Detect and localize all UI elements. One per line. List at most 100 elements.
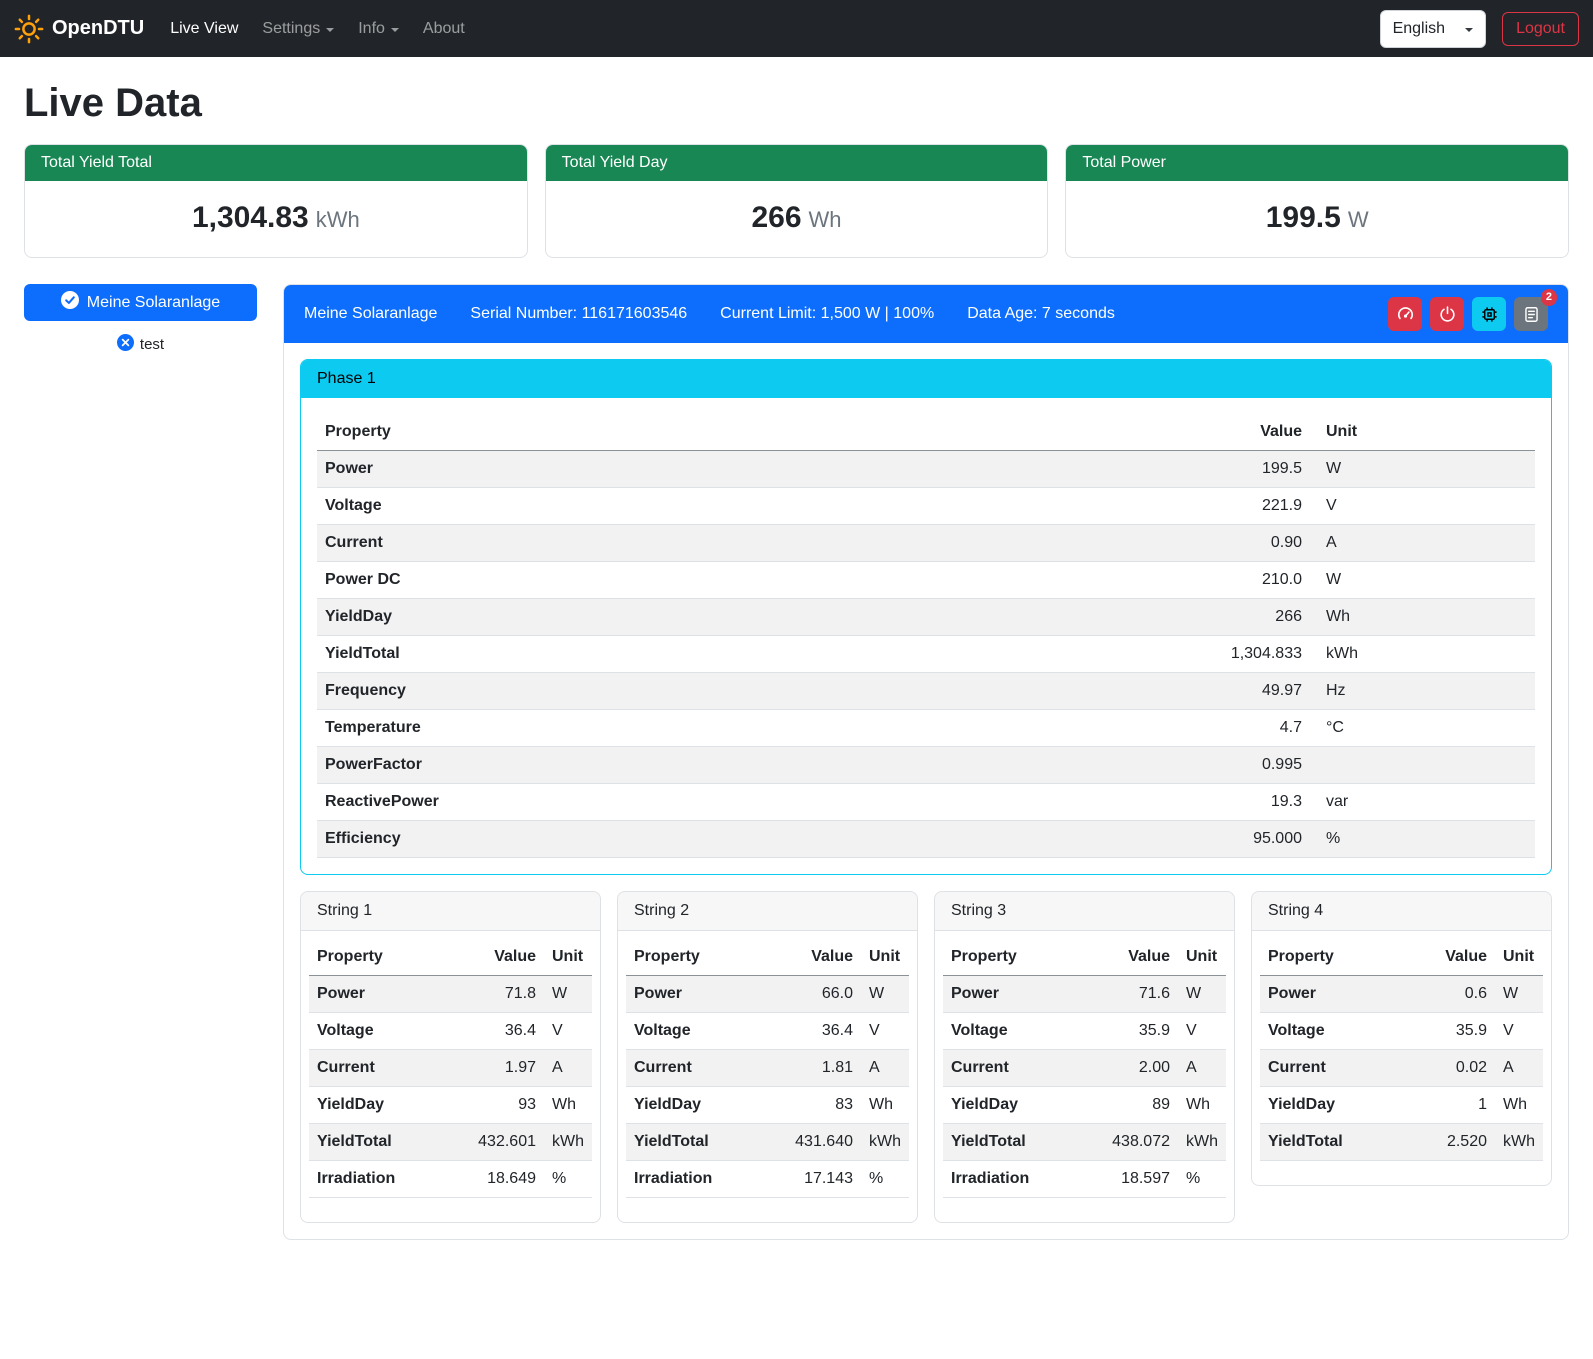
inverter-item-test[interactable]: test (24, 334, 257, 355)
nav-live-view[interactable]: Live View (158, 12, 250, 46)
table-row: Temperature 4.7 °C (317, 710, 1535, 747)
string-card-title: String 4 (1252, 892, 1551, 931)
unit-cell: kWh (861, 1124, 909, 1161)
string-card-3: String 3 Property Value Unit (934, 891, 1235, 1223)
inverter-actions: 2 (1388, 297, 1548, 331)
inverter-name: Meine Solaranlage (304, 305, 437, 323)
nav-settings-label: Settings (262, 20, 320, 38)
property-cell: Irradiation (626, 1161, 781, 1198)
string-table: Property Value Unit Power (943, 939, 1226, 1198)
property-cell: YieldTotal (317, 636, 1180, 673)
value-cell: 19.3 (1180, 784, 1310, 821)
unit-cell: % (1178, 1161, 1226, 1198)
unit-cell: Wh (1310, 599, 1535, 636)
column-header-value: Value (781, 939, 861, 976)
unit-cell: % (1310, 821, 1535, 858)
x-circle-icon[interactable] (117, 334, 134, 355)
nav-settings[interactable]: Settings (250, 12, 346, 46)
column-header-property: Property (309, 939, 464, 976)
string-card-title: String 3 (935, 892, 1234, 931)
table-row: YieldTotal 432.601 kWh (309, 1124, 592, 1161)
property-cell: YieldDay (1260, 1087, 1415, 1124)
unit-cell: Wh (544, 1087, 592, 1124)
nav-about[interactable]: About (411, 12, 477, 46)
property-cell: YieldTotal (1260, 1124, 1415, 1161)
unit-cell: Wh (861, 1087, 909, 1124)
unit-cell: V (544, 1013, 592, 1050)
property-cell: YieldTotal (626, 1124, 781, 1161)
table-row: Current 2.00 A (943, 1050, 1226, 1087)
value-cell: 432.601 (464, 1124, 544, 1161)
value-cell: 2.00 (1098, 1050, 1178, 1087)
table-row: YieldTotal 2.520 kWh (1260, 1124, 1543, 1161)
string-card-2: String 2 Property Value Unit (617, 891, 918, 1223)
chevron-down-icon (391, 28, 399, 32)
value-cell: 35.9 (1415, 1013, 1495, 1050)
unit-cell: V (1310, 488, 1535, 525)
column-header-value: Value (464, 939, 544, 976)
value-cell: 266 (1180, 599, 1310, 636)
value-cell: 0.995 (1180, 747, 1310, 784)
column-header-value: Value (1098, 939, 1178, 976)
inverter-select-label: Meine Solaranlage (87, 294, 220, 312)
unit-cell: % (544, 1161, 592, 1198)
table-row: Voltage 221.9 V (317, 488, 1535, 525)
gauge-icon (1396, 305, 1415, 324)
table-row: YieldTotal 1,304.833 kWh (317, 636, 1535, 673)
property-cell: Temperature (317, 710, 1180, 747)
inverter-panel-body: Phase 1 Property Value Unit (284, 343, 1568, 1239)
inverter-current-limit: Current Limit: 1,500 W | 100% (720, 305, 934, 323)
table-row: Voltage 35.9 V (1260, 1013, 1543, 1050)
logout-button[interactable]: Logout (1502, 12, 1579, 46)
card-body: 1,304.83kWh (25, 181, 527, 257)
value-cell: 71.8 (464, 976, 544, 1013)
power-icon (1438, 305, 1457, 324)
nav-about-label: About (423, 20, 465, 38)
table-row: Power 66.0 W (626, 976, 909, 1013)
value-cell: 438.072 (1098, 1124, 1178, 1161)
language-select[interactable]: English (1380, 10, 1486, 48)
table-row: Power 71.8 W (309, 976, 592, 1013)
page-title: Live Data (24, 81, 1569, 126)
table-row: Current 1.97 A (309, 1050, 592, 1087)
device-info-button[interactable] (1472, 297, 1506, 331)
table-header-row: Property Value Unit (309, 939, 592, 976)
table-row: YieldDay 1 Wh (1260, 1087, 1543, 1124)
unit-cell: kWh (1178, 1124, 1226, 1161)
property-cell: YieldTotal (309, 1124, 464, 1161)
string-card-body: Property Value Unit Power (1252, 931, 1551, 1185)
table-row: Efficiency 95.000 % (317, 821, 1535, 858)
property-cell: Power (943, 976, 1098, 1013)
table-row: Irradiation 17.143 % (626, 1161, 909, 1198)
unit-cell: W (1310, 451, 1535, 488)
event-log-button[interactable]: 2 (1514, 297, 1548, 331)
string-card-body: Property Value Unit Power (301, 931, 600, 1222)
value-cell: 1 (1415, 1087, 1495, 1124)
property-cell: Current (309, 1050, 464, 1087)
table-row: YieldTotal 431.640 kWh (626, 1124, 909, 1161)
unit-cell: Hz (1310, 673, 1535, 710)
unit-cell: Wh (1178, 1087, 1226, 1124)
value-cell: 199.5 (1180, 451, 1310, 488)
limit-settings-button[interactable] (1388, 297, 1422, 331)
strings-row: String 1 Property Value Unit (300, 891, 1552, 1223)
value-cell: 0.02 (1415, 1050, 1495, 1087)
brand[interactable]: OpenDTU (14, 14, 144, 44)
nav-info[interactable]: Info (346, 12, 411, 46)
nav-links: Live View Settings Info About (158, 12, 477, 46)
value-cell: 36.4 (464, 1013, 544, 1050)
unit-cell: A (544, 1050, 592, 1087)
table-row: YieldDay 266 Wh (317, 599, 1535, 636)
property-cell: Current (943, 1050, 1098, 1087)
content-row: Meine Solaranlage test Meine Solaranlage… (24, 284, 1569, 1240)
card-value: 266 (751, 201, 801, 234)
value-cell: 431.640 (781, 1124, 861, 1161)
inverter-select-button[interactable]: Meine Solaranlage (24, 284, 257, 321)
value-cell: 1.97 (464, 1050, 544, 1087)
power-button[interactable] (1430, 297, 1464, 331)
inverter-serial: Serial Number: 116171603546 (470, 305, 687, 323)
card-value: 1,304.83 (192, 201, 309, 234)
string-table: Property Value Unit Power (309, 939, 592, 1198)
unit-cell: V (1178, 1013, 1226, 1050)
table-row: Power 71.6 W (943, 976, 1226, 1013)
